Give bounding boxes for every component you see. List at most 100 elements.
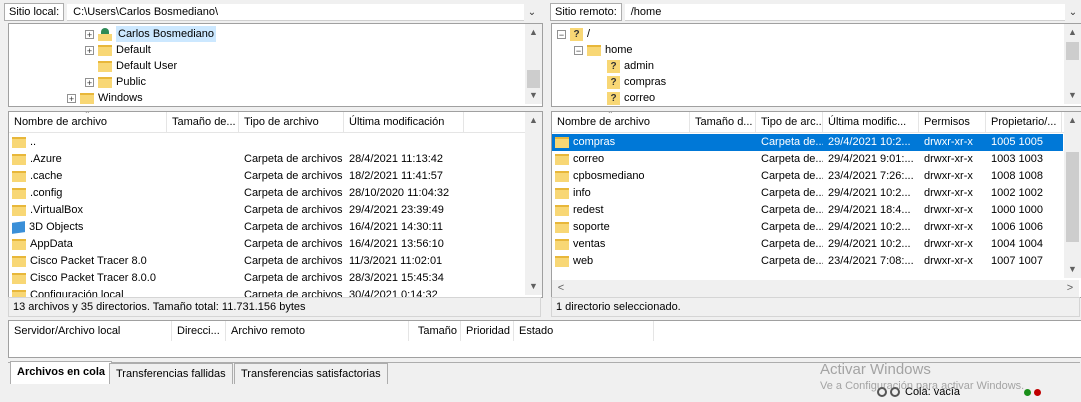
tree-node-label: compras xyxy=(624,76,667,88)
table-row[interactable]: 3D Objects Carpeta de archivos 16/4/2021 1… xyxy=(9,219,524,236)
expand-icon[interactable]: + xyxy=(85,45,94,55)
queue-header-remote-file[interactable]: Archivo remoto xyxy=(226,321,409,341)
expand-icon[interactable]: + xyxy=(85,29,94,39)
table-row[interactable]: Cisco Packet Tracer 8.0 Carpeta de archiv… xyxy=(9,253,524,270)
table-row[interactable]: soporte Carpeta de... 29/4/2021 10:2... drw… xyxy=(552,219,1063,236)
queue-header-size[interactable]: Tamaño xyxy=(409,321,461,341)
remote-list-hscrollbar[interactable]: < > xyxy=(552,280,1079,297)
table-row[interactable]: AppData Carpeta de archivos 16/4/2021 13:5… xyxy=(9,236,524,253)
table-row[interactable]: correo Carpeta de... 29/4/2021 9:01:... drw… xyxy=(552,151,1063,168)
tree-node-windows[interactable]: + Windows xyxy=(67,90,143,106)
folder-icon xyxy=(555,153,569,165)
table-row[interactable]: ventas Carpeta de... 29/4/2021 10:2... drwx… xyxy=(552,236,1063,253)
remote-tree-scrollbar[interactable]: ▲ ▼ xyxy=(1064,24,1081,104)
column-header-name[interactable]: Nombre de archivo xyxy=(552,112,690,132)
column-header-modified[interactable]: Última modific... xyxy=(823,112,919,132)
table-row[interactable]: cpbosmediano Carpeta de... 23/4/2021 7:26:… xyxy=(552,168,1063,185)
local-list-scrollbar[interactable]: ▲ ▼ xyxy=(525,112,542,295)
scroll-thumb[interactable] xyxy=(1066,152,1079,242)
collapse-icon[interactable]: − xyxy=(557,29,566,39)
local-tree-scrollbar[interactable]: ▲ ▼ xyxy=(525,24,542,104)
scroll-down-icon[interactable]: ▼ xyxy=(525,278,542,295)
column-header-size[interactable]: Tamaño de... xyxy=(167,112,239,132)
local-file-list[interactable]: Nombre de archivo Tamaño de... Tipo de a… xyxy=(8,111,543,298)
table-row[interactable]: info Carpeta de... 29/4/2021 10:2... drwxr-… xyxy=(552,185,1063,202)
remote-site-bar: Sitio remoto: /home ⌄ xyxy=(546,2,1081,22)
table-row[interactable]: .cache Carpeta de archivos 18/2/2021 11:41… xyxy=(9,168,524,185)
local-tree[interactable]: + Carlos Bosmediano + Default Default Us… xyxy=(8,23,543,107)
file-modified: 16/4/2021 14:30:11 xyxy=(349,221,443,233)
table-row[interactable]: .VirtualBox Carpeta de archivos 29/4/2021 … xyxy=(9,202,524,219)
file-type: Carpeta de... xyxy=(761,153,823,165)
scroll-down-icon[interactable]: ▼ xyxy=(1064,261,1081,278)
tree-node-admin[interactable]: ? admin xyxy=(607,58,654,74)
tree-node-default-user[interactable]: Default User xyxy=(98,58,177,74)
column-header-size[interactable]: Tamaño d... xyxy=(690,112,756,132)
queue-header-status[interactable]: Estado xyxy=(514,321,654,341)
scroll-down-icon[interactable]: ▼ xyxy=(1064,87,1081,104)
file-owner: 1000 1000 xyxy=(991,204,1043,216)
column-header-type[interactable]: Tipo de arc... xyxy=(756,112,823,132)
table-row[interactable]: .. xyxy=(9,134,524,151)
remote-list-scrollbar[interactable]: ▲ ▼ xyxy=(1064,112,1081,278)
scroll-up-icon[interactable]: ▲ xyxy=(1064,24,1081,41)
file-name-cell: compras xyxy=(555,134,690,151)
expand-icon[interactable]: + xyxy=(67,93,76,103)
table-row[interactable]: Configuración local Carpeta de archivos 30… xyxy=(9,287,524,297)
scroll-up-icon[interactable]: ▲ xyxy=(1064,112,1081,129)
column-header-owner[interactable]: Propietario/... xyxy=(986,112,1062,132)
table-row[interactable]: web Carpeta de... 23/4/2021 7:08:... drwxr-… xyxy=(552,253,1063,270)
table-row[interactable]: Cisco Packet Tracer 8.0.0 Carpeta de arch… xyxy=(9,270,524,287)
folder-icon xyxy=(555,136,569,148)
folder-icon xyxy=(555,204,569,216)
queue-header-direction[interactable]: Direcci... xyxy=(172,321,226,341)
queue-list[interactable]: Servidor/Archivo local Direcci... Archiv… xyxy=(8,320,1081,358)
file-modified: 23/4/2021 7:26:... xyxy=(828,170,914,182)
folder-icon xyxy=(98,76,112,88)
tree-node-public[interactable]: + Public xyxy=(85,74,146,90)
file-type: Carpeta de archivos xyxy=(244,272,343,284)
file-name-cell: .cache xyxy=(12,168,167,185)
scroll-up-icon[interactable]: ▲ xyxy=(525,112,542,129)
queue-header-server[interactable]: Servidor/Archivo local xyxy=(9,321,172,341)
tree-node-compras[interactable]: ? compras xyxy=(607,74,666,90)
table-row[interactable]: .Azure Carpeta de archivos 28/4/2021 11:13… xyxy=(9,151,524,168)
tab-failed-transfers[interactable]: Transferencias fallidas xyxy=(109,363,233,384)
collapse-icon[interactable]: − xyxy=(574,45,583,55)
column-header-type[interactable]: Tipo de archivo xyxy=(239,112,344,132)
file-modified: 29/4/2021 9:01:... xyxy=(828,153,914,165)
scroll-right-icon[interactable]: > xyxy=(1063,280,1077,297)
local-list-header: Nombre de archivo Tamaño de... Tipo de a… xyxy=(9,112,542,133)
remote-tree[interactable]: − ? / − home ? admin ? compras ? correo … xyxy=(551,23,1081,107)
tree-node-correo[interactable]: ? correo xyxy=(607,90,655,106)
queue-header-priority[interactable]: Prioridad xyxy=(461,321,514,341)
chevron-down-icon[interactable]: ⌄ xyxy=(524,7,540,18)
file-name-cell: soporte xyxy=(555,219,690,236)
scroll-left-icon[interactable]: < xyxy=(554,280,568,297)
tab-queued-files[interactable]: Archivos en cola xyxy=(10,361,113,384)
local-path-input[interactable]: C:\Users\Carlos Bosmediano\ xyxy=(67,3,524,21)
local-status-bar: 13 archivos y 35 directorios. Tamaño tot… xyxy=(8,297,541,317)
tree-node-home[interactable]: − home xyxy=(574,42,633,58)
tree-node-carlos[interactable]: + Carlos Bosmediano xyxy=(85,26,216,42)
table-row[interactable]: redest Carpeta de... 29/4/2021 18:4... drwx… xyxy=(552,202,1063,219)
column-header-permissions[interactable]: Permisos xyxy=(919,112,986,132)
file-owner: 1007 1007 xyxy=(991,255,1043,267)
column-header-modified[interactable]: Última modificación xyxy=(344,112,464,132)
file-name-cell: cpbosmediano xyxy=(555,168,690,185)
tree-node-default[interactable]: + Default xyxy=(85,42,151,58)
table-row[interactable]: .config Carpeta de archivos 28/10/2020 11:… xyxy=(9,185,524,202)
scroll-up-icon[interactable]: ▲ xyxy=(525,24,542,41)
scroll-thumb[interactable] xyxy=(527,70,540,88)
scroll-down-icon[interactable]: ▼ xyxy=(525,87,542,104)
remote-file-list[interactable]: Nombre de archivo Tamaño d... Tipo de ar… xyxy=(551,111,1081,298)
scroll-thumb[interactable] xyxy=(1066,42,1079,60)
remote-path-input[interactable]: /home xyxy=(624,3,1065,21)
chevron-down-icon[interactable]: ⌄ xyxy=(1065,7,1081,18)
expand-icon[interactable]: + xyxy=(85,77,94,87)
file-owner: 1003 1003 xyxy=(991,153,1043,165)
tab-successful-transfers[interactable]: Transferencias satisfactorias xyxy=(234,363,388,384)
file-name-cell: Cisco Packet Tracer 8.0.0 xyxy=(12,270,167,287)
table-row[interactable]: compras Carpeta de... 29/4/2021 10:2... drw… xyxy=(552,134,1063,151)
tree-node-root[interactable]: − ? / xyxy=(557,26,590,42)
